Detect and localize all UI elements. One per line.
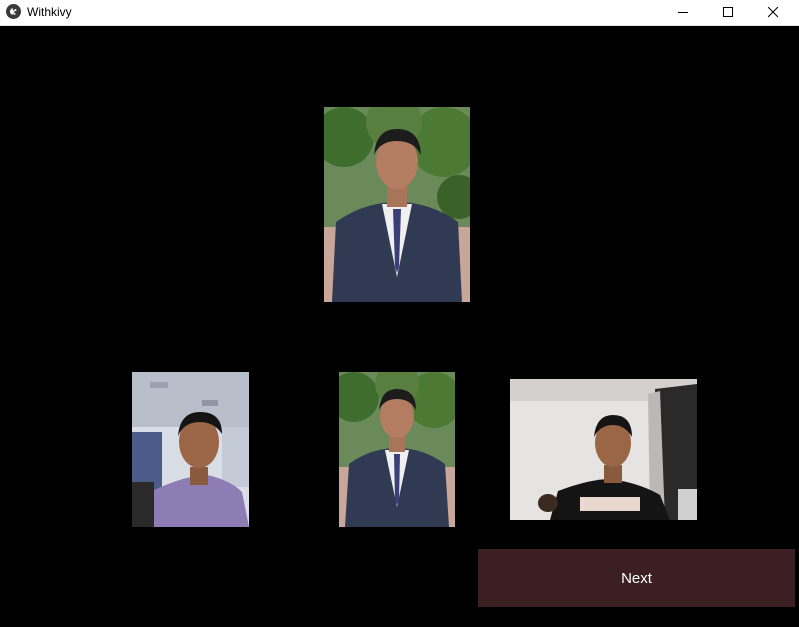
close-icon: [768, 7, 779, 18]
minimize-icon: [678, 12, 688, 13]
option-photo-2[interactable]: [339, 372, 455, 527]
minimize-button[interactable]: [661, 0, 706, 25]
next-button[interactable]: Next: [478, 549, 795, 607]
webcam-photo[interactable]: [510, 379, 697, 520]
maximize-button[interactable]: [706, 0, 751, 25]
maximize-icon: [723, 7, 733, 17]
window-title: Withkivy: [27, 5, 72, 19]
close-button[interactable]: [751, 0, 796, 25]
kivy-logo-icon: [6, 4, 21, 19]
option-photo-1[interactable]: [132, 372, 249, 527]
reference-photo: [324, 107, 470, 302]
window-titlebar: Withkivy: [0, 0, 799, 26]
